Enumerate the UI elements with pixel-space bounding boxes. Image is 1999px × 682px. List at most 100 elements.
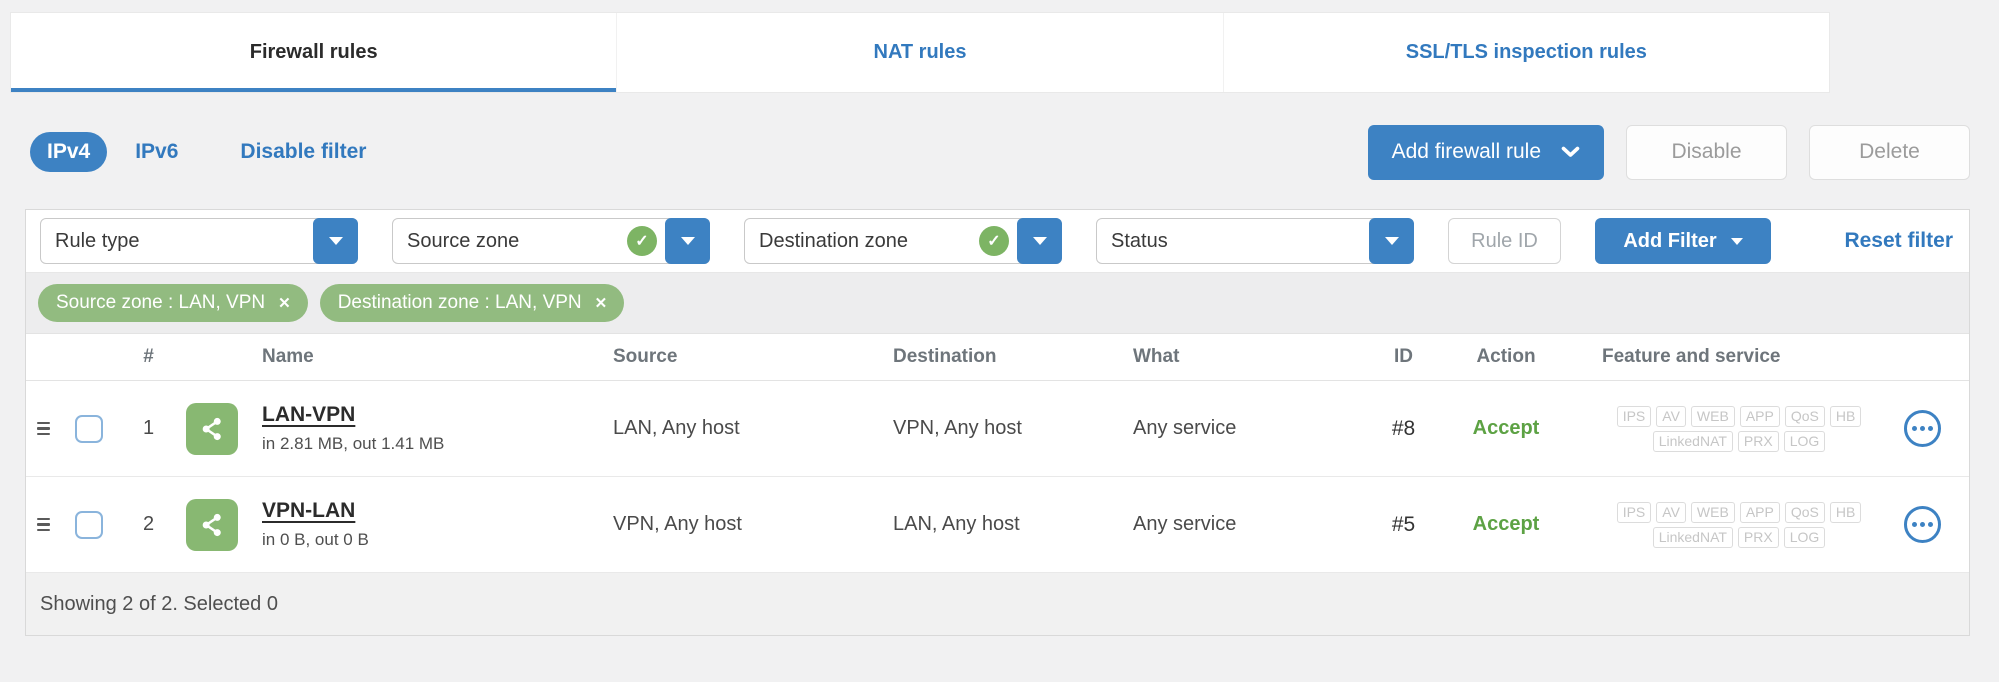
status-dropdown-button[interactable] — [1369, 218, 1414, 264]
header-what: What — [1133, 346, 1180, 367]
filter-tag-label: Source zone : LAN, VPN — [56, 292, 266, 313]
feature-badge-app: APP — [1739, 405, 1780, 427]
feature-badge-ips: IPS — [1616, 405, 1652, 427]
rule-traffic: in 0 B, out 0 B — [262, 530, 369, 549]
row-number: 1 — [142, 417, 155, 439]
table-header-row: # Name Source Destination What ID Action… — [26, 334, 1969, 381]
header-name: Name — [262, 346, 314, 367]
filter-tag-source-zone[interactable]: Source zone : LAN, VPN ✕ — [38, 284, 308, 322]
rule-what: Any service — [1133, 417, 1237, 439]
filter-applied-check-icon: ✓ — [627, 226, 657, 256]
caret-down-icon — [1730, 237, 1743, 245]
row-select-checkbox[interactable] — [74, 414, 103, 443]
table-row: 1 LAN-VPN in 2.81 MB, out 1.41 MB LAN, A… — [26, 381, 1969, 477]
feature-badge-prx: PRX — [1737, 430, 1779, 452]
add-firewall-rule-button[interactable]: Add firewall rule — [1367, 124, 1604, 180]
drag-handle-icon[interactable] — [37, 517, 50, 532]
ipv4-toggle[interactable]: IPv4 — [30, 132, 108, 172]
caret-down-icon — [328, 237, 343, 245]
rule-type-dropdown[interactable]: Rule type — [40, 218, 358, 264]
feature-badge-linkednat: LinkedNAT — [1652, 526, 1733, 548]
action-buttons: Add firewall rule Disable Delete — [1367, 124, 1970, 180]
feature-badge-qos: QoS — [1784, 501, 1825, 523]
status-dropdown-label: Status — [1111, 229, 1168, 252]
header-id: ID — [1394, 346, 1413, 367]
action-toolbar: IPv4 IPv6 Disable filter Add firewall ru… — [30, 124, 1970, 180]
rule-name-link[interactable]: LAN-VPN — [262, 403, 355, 426]
header-destination: Destination — [893, 346, 997, 367]
ipv6-toggle[interactable]: IPv6 — [135, 140, 178, 164]
feature-badge-hb: HB — [1829, 501, 1862, 523]
rule-destination: VPN, Any host — [893, 417, 1022, 439]
row-menu-ellipsis-icon[interactable] — [1904, 410, 1941, 447]
filter-tag-destination-zone[interactable]: Destination zone : LAN, VPN ✕ — [319, 284, 625, 322]
tab-nat-rules[interactable]: NAT rules — [616, 13, 1222, 92]
reset-filter-link[interactable]: Reset filter — [1844, 229, 1955, 253]
feature-badge-web: WEB — [1690, 405, 1735, 427]
source-zone-dropdown-button[interactable] — [665, 218, 710, 264]
table-footer-status: Showing 2 of 2. Selected 0 — [40, 592, 278, 615]
filter-bar: Rule type Source zone ✓ Destination zone… — [26, 210, 1969, 272]
row-select-checkbox[interactable] — [74, 510, 103, 539]
active-filter-tags: Source zone : LAN, VPN ✕ Destination zon… — [26, 272, 1969, 334]
destination-zone-dropdown[interactable]: Destination zone ✓ — [744, 218, 1062, 264]
rule-name-link[interactable]: VPN-LAN — [262, 499, 355, 522]
destination-zone-dropdown-label: Destination zone — [759, 229, 908, 252]
feature-badge-log: LOG — [1783, 430, 1826, 452]
status-dropdown[interactable]: Status — [1096, 218, 1414, 264]
rule-what: Any service — [1133, 513, 1237, 535]
row-menu-ellipsis-icon[interactable] — [1904, 506, 1941, 543]
rule-id-input[interactable] — [1448, 218, 1561, 264]
row-number: 2 — [142, 513, 155, 535]
rule-name-block: LAN-VPN in 2.81 MB, out 1.41 MB — [262, 403, 444, 454]
header-feature-and-service: Feature and service — [1602, 346, 1781, 367]
tab-firewall-rules[interactable]: Firewall rules — [11, 13, 616, 92]
feature-badge-qos: QoS — [1784, 405, 1825, 427]
disable-filter-link[interactable]: Disable filter — [240, 140, 366, 164]
table-row: 2 VPN-LAN in 0 B, out 0 B VPN, Any host … — [26, 477, 1969, 573]
filter-applied-check-icon: ✓ — [979, 226, 1009, 256]
share-icon — [186, 498, 238, 551]
disable-button[interactable]: Disable — [1626, 124, 1787, 180]
rule-id: #8 — [1391, 416, 1416, 440]
rule-action: Accept — [1472, 417, 1540, 439]
drag-handle-icon[interactable] — [37, 421, 50, 436]
feature-badge-prx: PRX — [1737, 526, 1779, 548]
feature-badges: IPS AV WEB APP QoS HB LinkedNAT PRX LOG — [1566, 405, 1876, 452]
feature-badge-av: AV — [1656, 501, 1686, 523]
rule-category-tabs: Firewall rules NAT rules SSL/TLS inspect… — [10, 12, 1830, 93]
feature-badge-log: LOG — [1783, 526, 1826, 548]
close-icon[interactable]: ✕ — [278, 294, 291, 312]
rule-type-dropdown-button[interactable] — [313, 218, 358, 264]
feature-badge-web: WEB — [1690, 501, 1735, 523]
feature-badge-ips: IPS — [1616, 501, 1652, 523]
feature-badge-av: AV — [1656, 405, 1686, 427]
rule-source: LAN, Any host — [613, 417, 740, 439]
tab-ssl-tls-inspection-rules[interactable]: SSL/TLS inspection rules — [1222, 13, 1829, 92]
rule-name-cell: LAN-VPN in 2.81 MB, out 1.41 MB — [181, 402, 601, 455]
caret-down-icon — [680, 237, 695, 245]
delete-button[interactable]: Delete — [1809, 124, 1970, 180]
close-icon[interactable]: ✕ — [595, 294, 608, 312]
rule-type-dropdown-label: Rule type — [55, 229, 140, 252]
destination-zone-dropdown-button[interactable] — [1017, 218, 1062, 264]
rule-source: VPN, Any host — [613, 513, 742, 535]
rule-name-cell: VPN-LAN in 0 B, out 0 B — [181, 498, 601, 551]
filter-tag-label: Destination zone : LAN, VPN — [337, 292, 582, 313]
source-zone-dropdown[interactable]: Source zone ✓ — [392, 218, 710, 264]
caret-down-icon — [1032, 237, 1047, 245]
caret-down-icon — [1384, 237, 1399, 245]
header-number: # — [143, 346, 154, 367]
rule-name-block: VPN-LAN in 0 B, out 0 B — [262, 499, 369, 550]
rule-destination: LAN, Any host — [893, 513, 1020, 535]
header-source: Source — [613, 346, 678, 367]
add-firewall-rule-label: Add firewall rule — [1391, 140, 1541, 163]
rule-id: #5 — [1391, 512, 1416, 536]
source-zone-dropdown-label: Source zone — [407, 229, 520, 252]
table-footer: Showing 2 of 2. Selected 0 — [26, 573, 1969, 635]
header-action: Action — [1476, 346, 1536, 367]
rule-traffic: in 2.81 MB, out 1.41 MB — [262, 434, 445, 453]
add-filter-button[interactable]: Add Filter — [1595, 218, 1771, 264]
feature-badges: IPS AV WEB APP QoS HB LinkedNAT PRX LOG — [1566, 501, 1876, 548]
firewall-rules-panel: Rule type Source zone ✓ Destination zone… — [25, 209, 1970, 636]
